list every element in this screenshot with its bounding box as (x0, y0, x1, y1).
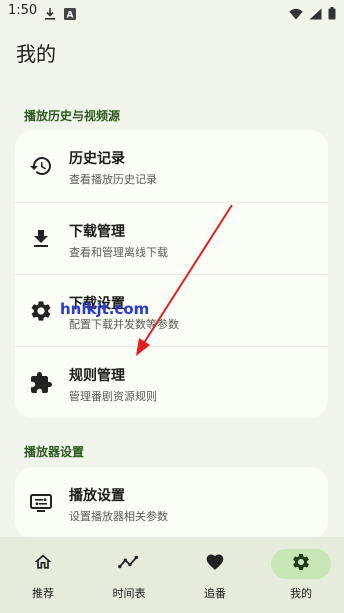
wifi-icon (289, 5, 303, 24)
bottom-navigation: 推荐 时间表 追番 我的 (0, 537, 344, 613)
settings-item-title: 下载管理 (69, 224, 125, 240)
nav-label: 我的 (290, 587, 312, 600)
settings-item-subtitle: 查看和管理离线下载 (69, 246, 168, 259)
settings-card-player: 播放设置 设置播放器相关参数 (15, 467, 328, 539)
gear-icon (29, 299, 53, 323)
svg-text:A: A (67, 11, 74, 21)
nav-label: 追番 (204, 587, 226, 600)
heart-icon (205, 552, 225, 576)
page-title: 我的 (16, 42, 56, 66)
a-letter-icon: A (64, 5, 76, 24)
download-icon (44, 5, 56, 24)
nav-item-mine[interactable]: 我的 (269, 549, 333, 605)
settings-item-title: 播放设置 (69, 488, 125, 504)
settings-item-title: 规则管理 (69, 368, 125, 384)
status-left-icons: A (44, 5, 76, 24)
nav-icon-container (185, 549, 245, 579)
settings-item-subtitle: 设置播放器相关参数 (69, 510, 168, 523)
puzzle-icon (29, 371, 53, 395)
home-icon (33, 552, 53, 576)
settings-item-subtitle: 管理番剧资源规则 (69, 390, 157, 403)
nav-label: 时间表 (112, 587, 146, 600)
tv-settings-icon (29, 491, 53, 515)
signal-icon (309, 5, 322, 24)
history-icon (29, 154, 53, 178)
nav-icon-container (271, 549, 331, 579)
status-bar: 1:50 A (0, 0, 344, 24)
battery-icon (328, 5, 336, 24)
settings-card-history-and-sources: 历史记录 查看播放历史记录 下载管理 查看和管理离线下载 下载设置 配置下载并发… (15, 130, 328, 418)
settings-item-download-management[interactable]: 下载管理 查看和管理离线下载 (15, 202, 328, 274)
gear-icon (291, 552, 311, 576)
settings-item-title: 历史记录 (69, 151, 125, 167)
settings-item-playback-settings[interactable]: 播放设置 设置播放器相关参数 (15, 467, 328, 539)
settings-item-subtitle: 配置下载并发数等参数 (69, 318, 179, 331)
watermark-text: hnlkjt.com (60, 300, 150, 318)
status-time: 1:50 (8, 3, 38, 18)
settings-item-rule-management[interactable]: 规则管理 管理番剧资源规则 (15, 346, 328, 418)
download-icon (29, 227, 53, 251)
nav-icon-container (13, 549, 73, 579)
settings-item-history[interactable]: 历史记录 查看播放历史记录 (15, 130, 328, 202)
nav-item-timetable[interactable]: 时间表 (97, 549, 161, 605)
timeline-icon (118, 551, 140, 577)
status-right-icons (289, 5, 336, 24)
nav-item-recommend[interactable]: 推荐 (11, 549, 75, 605)
nav-icon-container (99, 549, 159, 579)
settings-item-subtitle: 查看播放历史记录 (69, 173, 157, 186)
nav-item-following[interactable]: 追番 (183, 549, 247, 605)
section-title-player-settings: 播放器设置 (24, 445, 85, 459)
section-title-history-and-sources: 播放历史与视频源 (24, 109, 121, 123)
nav-label: 推荐 (32, 587, 54, 600)
